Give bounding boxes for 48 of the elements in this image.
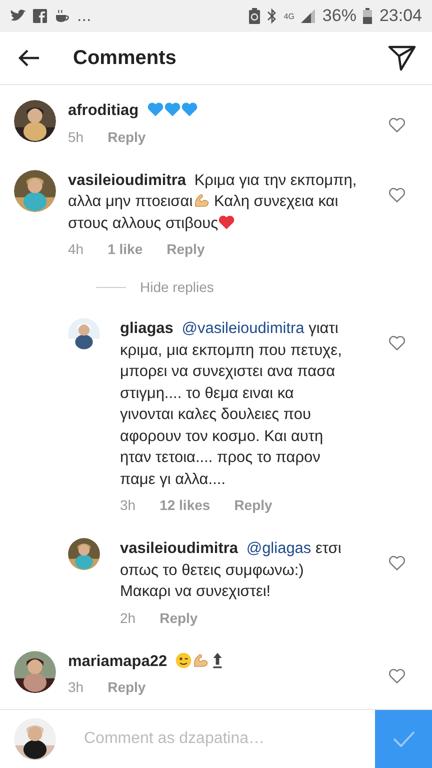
mention-link[interactable]: @vasileioudimitra <box>182 320 304 337</box>
back-arrow-icon[interactable] <box>18 49 40 67</box>
comment-text: afroditiag <box>68 100 372 122</box>
signal-icon <box>301 9 316 23</box>
time-label: 3h <box>68 679 84 695</box>
comment-text: vasileioudimitra Κριμα για την εκπομπη, αλλα μην πτοεισαι Καλη συνεχεια και στους αλλους στιβους <box>68 170 358 234</box>
comment-input[interactable]: Comment as dzapatina… <box>82 729 375 749</box>
bird-icon <box>10 9 26 23</box>
heart-icon <box>164 101 181 118</box>
more-notifications: ... <box>77 6 92 26</box>
battery-saver-icon <box>248 8 260 24</box>
heart-icon[interactable] <box>388 335 406 351</box>
arm-icon <box>192 192 210 209</box>
time-label: 2h <box>120 610 136 626</box>
time-label: 5h <box>68 128 84 144</box>
heart-icon <box>180 101 198 118</box>
reply-link[interactable]: Reply <box>166 241 205 257</box>
heart-icon[interactable] <box>388 668 406 684</box>
battery-percent: 36% <box>322 6 356 26</box>
reply-link[interactable]: Reply <box>108 128 146 144</box>
time-label: 4h <box>68 241 84 257</box>
battery-icon <box>363 8 372 24</box>
heart-icon[interactable] <box>388 186 406 202</box>
heart-icon <box>218 214 236 230</box>
reply-link[interactable]: Reply <box>108 679 146 695</box>
comment-text: mariamapa22 <box>68 650 372 672</box>
mention-link[interactable]: @gliagas <box>246 540 312 557</box>
check-icon <box>392 731 414 747</box>
comment-text: gliagas @vasileioudimitra γιατι κριμα, μια εκπομπη που πετυχε, μπορει να συνεχιστει ανα πασα στιγμη.... το θεμα ειναι κα γινονται καλες δουλειες που αφορουν τον κοσμο. Και αυτη ηταν τετοια.... προς το παρον παμε γι αλλα.... <box>120 319 343 490</box>
send-icon[interactable] <box>388 45 416 71</box>
reply-link[interactable]: Reply <box>234 497 272 513</box>
screen-title: Comments <box>73 46 178 70</box>
network-label: 4G <box>284 12 294 20</box>
time-label: 3h <box>120 497 136 513</box>
bluetooth-icon <box>266 8 277 24</box>
heart-icon[interactable] <box>388 117 406 133</box>
likes-link[interactable]: 1 like <box>108 241 143 257</box>
reply-link[interactable]: Reply <box>160 610 198 626</box>
winking-face-icon <box>175 652 192 668</box>
likes-link[interactable]: 12 likes <box>160 497 210 513</box>
cup-icon <box>54 9 70 23</box>
clock: 23:04 <box>379 6 422 26</box>
facebook-icon <box>33 9 47 23</box>
heart-icon <box>146 101 164 118</box>
comment-text: vasileioudimitra @gliagas ετσι οπως το θετεις συμφωνω:) Μακαρι να συνεχιστει! <box>120 539 342 602</box>
arm-icon <box>192 652 210 668</box>
hide-replies-link[interactable]: Hide replies <box>140 279 214 295</box>
heart-icon[interactable] <box>388 555 406 571</box>
